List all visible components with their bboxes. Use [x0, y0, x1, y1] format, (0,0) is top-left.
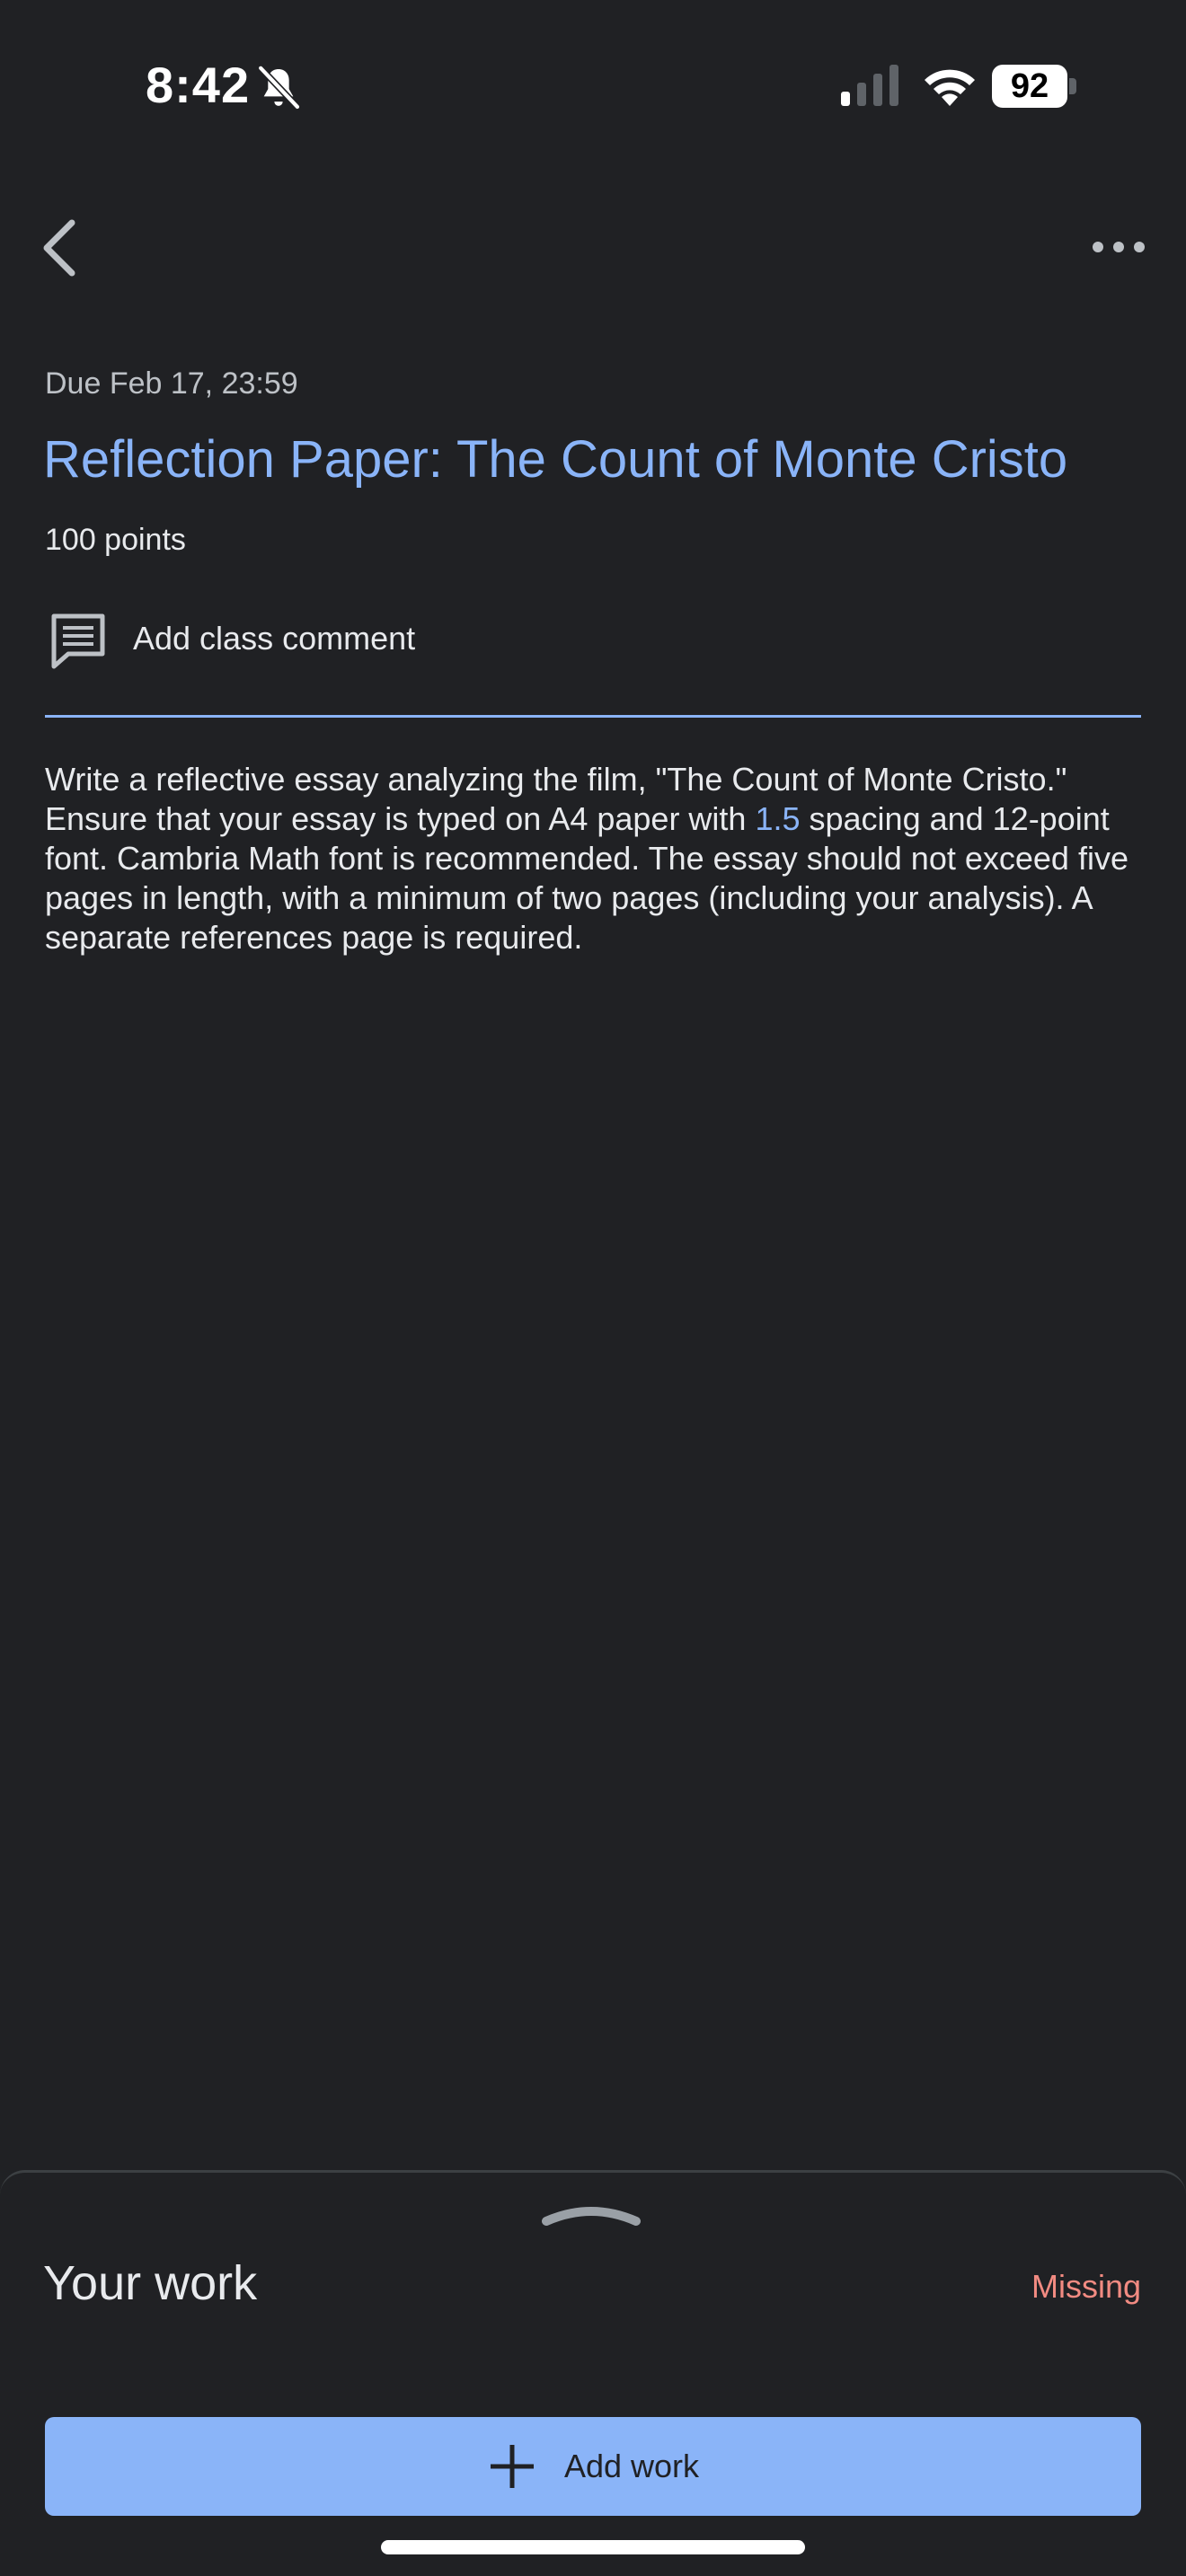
add-work-button[interactable]: Add work — [45, 2417, 1141, 2516]
points-label: 100 points — [45, 523, 186, 557]
home-indicator[interactable] — [381, 2540, 805, 2554]
your-work-sheet: Your work Missing Add work — [0, 2170, 1186, 2576]
due-date: Due Feb 17, 23:59 — [45, 366, 298, 401]
assignment-screen: 8:42 92 Due Feb 17, 23:59 Reflection Pap… — [0, 0, 1186, 2576]
back-chevron-icon[interactable] — [36, 212, 90, 284]
comment-icon — [51, 613, 105, 669]
description-highlight: 1.5 — [755, 800, 801, 837]
sheet-handle-chevron-up-icon[interactable] — [539, 2201, 643, 2228]
plus-icon — [490, 2445, 534, 2488]
your-work-heading: Your work — [43, 2256, 258, 2310]
status-badge: Missing — [1031, 2268, 1141, 2305]
battery-cap — [1069, 78, 1076, 94]
header-divider — [45, 715, 1141, 718]
status-bar: 8:42 92 — [0, 0, 1186, 171]
assignment-description: Write a reflective essay analyzing the f… — [45, 760, 1141, 957]
more-horizontal-icon[interactable] — [1087, 229, 1150, 265]
status-time: 8:42 — [146, 57, 251, 113]
battery-level: 92 — [992, 65, 1067, 108]
bell-off-icon — [258, 66, 300, 110]
wifi-icon — [925, 69, 975, 106]
page-title: Reflection Paper: The Count of Monte Cri… — [43, 430, 1068, 489]
add-class-comment-button[interactable]: Add class comment — [45, 604, 1141, 675]
battery-indicator: 92 — [992, 65, 1076, 108]
add-work-label: Add work — [563, 2448, 700, 2484]
add-class-comment-label: Add class comment — [133, 620, 416, 657]
signal-icon — [841, 65, 898, 106]
